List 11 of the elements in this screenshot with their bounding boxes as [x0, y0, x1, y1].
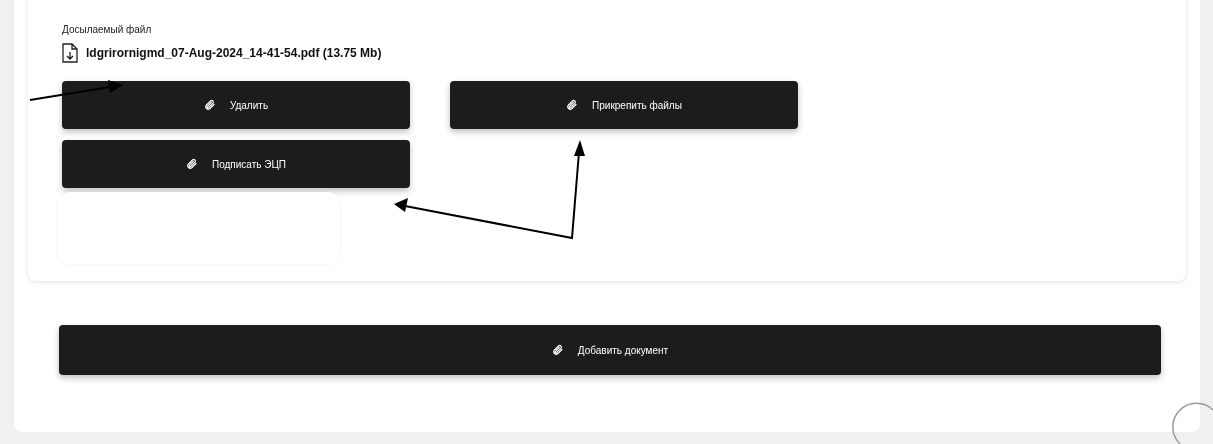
file-name[interactable]: ldgrirornigmd_07-Aug-2024_14-41-54.pdf (13.75 Mb): [86, 46, 382, 60]
paperclip-icon: [566, 99, 579, 111]
action-button[interactable]: Прикрепить файлы: [450, 81, 798, 129]
paperclip-icon: [203, 99, 216, 111]
section-label: Досылаемый файл: [62, 24, 153, 35]
action-button[interactable]: Удалить: [62, 81, 410, 129]
paperclip-icon: [185, 158, 198, 170]
paperclip-icon: [551, 344, 564, 356]
file-download-icon: [62, 43, 78, 63]
add-document-button[interactable]: Добавить документ: [59, 325, 1161, 375]
action-button[interactable]: Подписать ЭЦП: [62, 140, 410, 188]
